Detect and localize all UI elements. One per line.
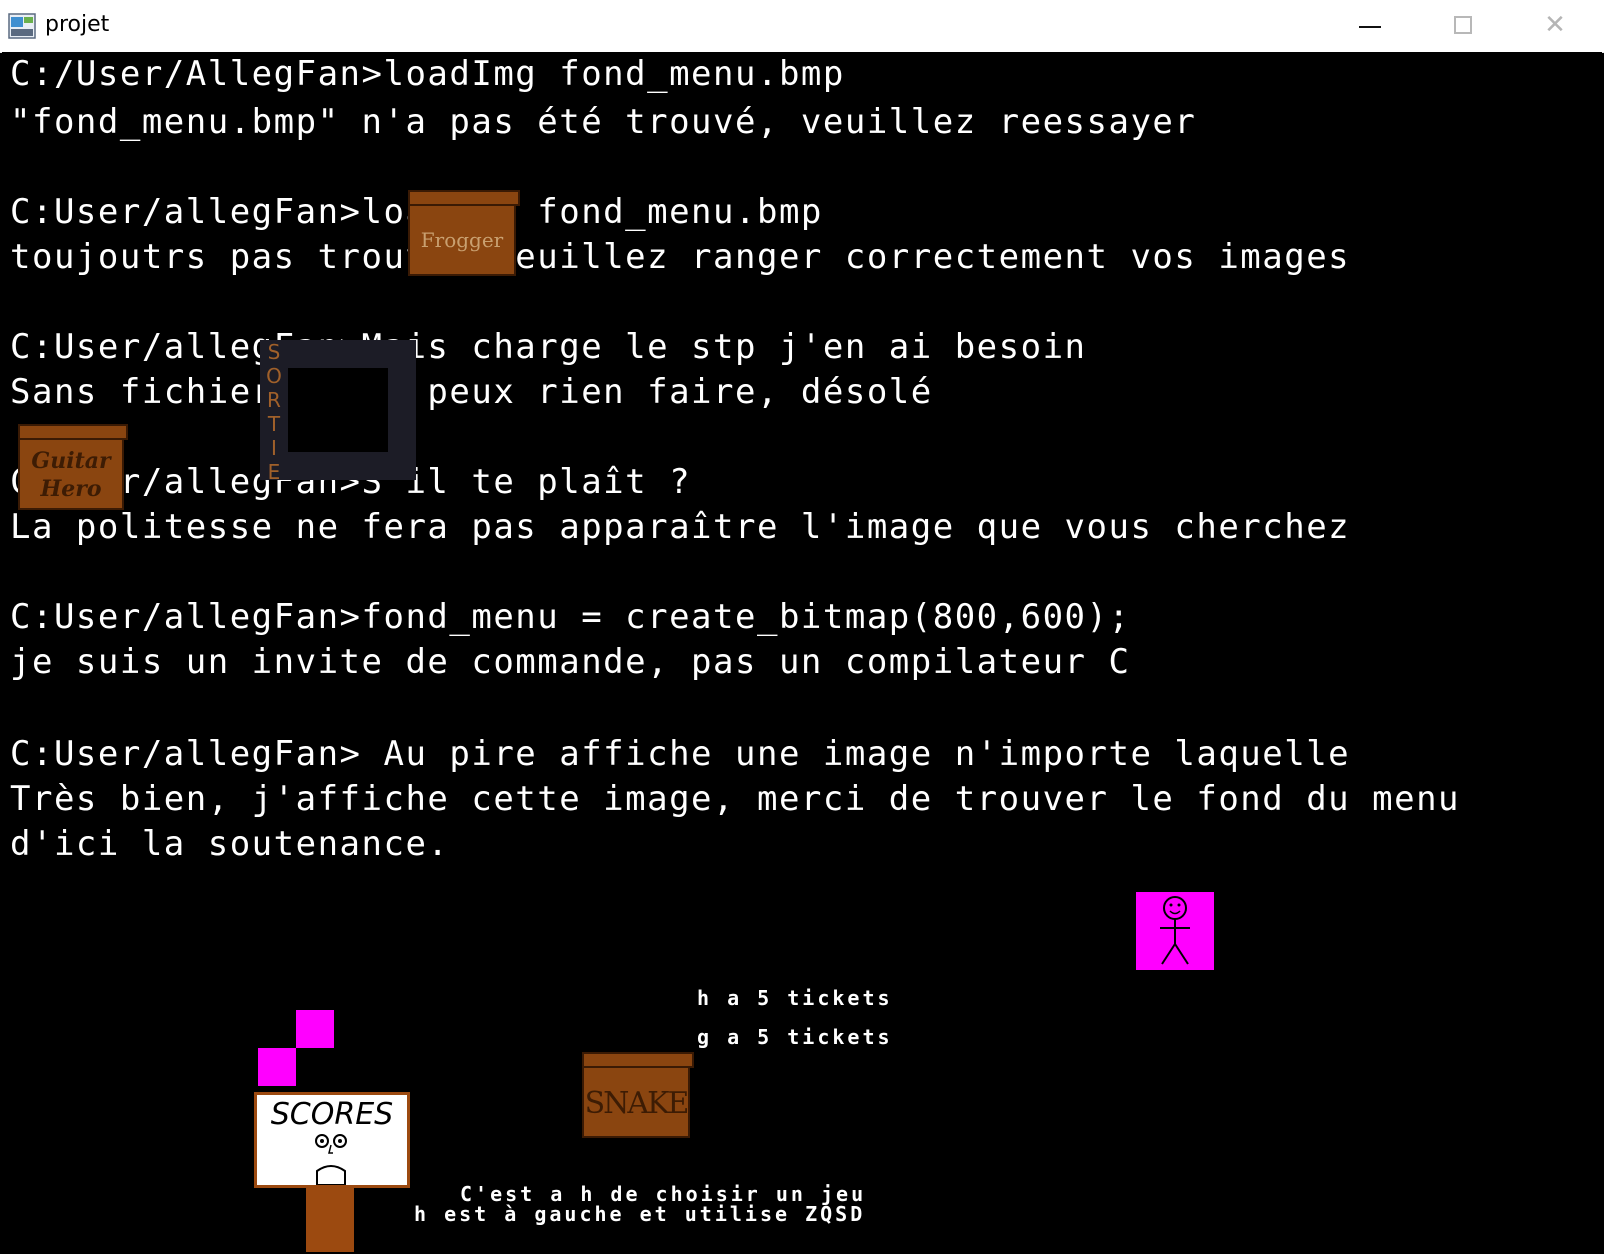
terminal-line: La politesse ne fera pas apparaître l'im… (10, 507, 1351, 547)
terminal-line: d'ici la soutenance. (10, 824, 450, 864)
exit-letter: O (266, 364, 282, 388)
terminal-line: C:User/allegFan>Mais charge le stp j'en … (10, 327, 1087, 367)
exit-letter: R (267, 388, 281, 412)
scores-board[interactable]: SCORES (254, 1092, 410, 1188)
snake-game-sign[interactable]: SNAKE (582, 1052, 694, 1138)
scores-label: SCORES (270, 1097, 394, 1132)
terminal-line: C:/User/AllegFan>loadImg fond_menu.bmp (10, 54, 845, 94)
snake-label: SNAKE (584, 1086, 690, 1121)
sign-lid (18, 424, 128, 440)
minimize-icon (1359, 26, 1381, 28)
exit-letter: I (271, 436, 277, 460)
terminal-line: je suis un invite de commande, pas un co… (10, 642, 1131, 682)
stick-figure-icon (1160, 896, 1190, 965)
guitar-hero-label-line1: Guitar (31, 448, 111, 474)
exit-letter: E (267, 460, 281, 484)
terminal-line: C:User/allegFan>fond_menu = create_bitma… (10, 597, 1131, 637)
exit-letter: S (267, 340, 281, 364)
player-avatar (1136, 892, 1214, 970)
terminal-line: "fond_menu.bmp" n'a pas été trouvé, veui… (10, 102, 1197, 142)
frogger-label: Frogger (420, 228, 504, 252)
instruction-line-2: h est à gauche et utilise ZQSD (414, 1202, 866, 1226)
sign-lid (408, 190, 520, 206)
maximize-button[interactable] (1418, 0, 1508, 50)
app-icon (8, 13, 36, 39)
terminal-line: Très bien, j'affiche cette image, merci … (10, 779, 1461, 819)
frogger-game-sign[interactable]: Frogger (408, 190, 520, 276)
guitar-hero-game-sign[interactable]: Guitar Hero (18, 424, 128, 510)
terminal-line: toujoutrs pas trouvé, veuillez ranger co… (10, 237, 1351, 277)
close-icon: ✕ (1544, 10, 1566, 40)
application-window: projet ✕ C:/User/AllegFan>loadImg fond_m… (0, 0, 1604, 1254)
terminal-line: Sans fichier je ne peux rien faire, déso… (10, 372, 933, 412)
close-button[interactable]: ✕ (1510, 0, 1600, 50)
exit-door-label: S O R T I E (264, 340, 284, 484)
guitar-hero-label-line2: Hero (40, 476, 102, 502)
window-title: projet (45, 12, 110, 37)
exit-letter: T (267, 412, 281, 436)
player-g-block (258, 1048, 296, 1086)
terminal-line: C:User/allegFan> Au pire affiche une ima… (10, 734, 1351, 774)
game-screen[interactable]: C:/User/AllegFan>loadImg fond_menu.bmp "… (2, 52, 1602, 1252)
player-g-block (296, 1010, 334, 1048)
face-icon (315, 1134, 347, 1185)
sign-lid (582, 1052, 694, 1068)
ticket-count-g: g a 5 tickets (697, 1025, 893, 1049)
maximize-icon (1454, 16, 1472, 34)
scores-post (306, 1188, 354, 1252)
title-bar[interactable]: projet ✕ (0, 0, 1604, 53)
ticket-count-h: h a 5 tickets (697, 986, 893, 1010)
minimize-button[interactable] (1325, 0, 1415, 50)
